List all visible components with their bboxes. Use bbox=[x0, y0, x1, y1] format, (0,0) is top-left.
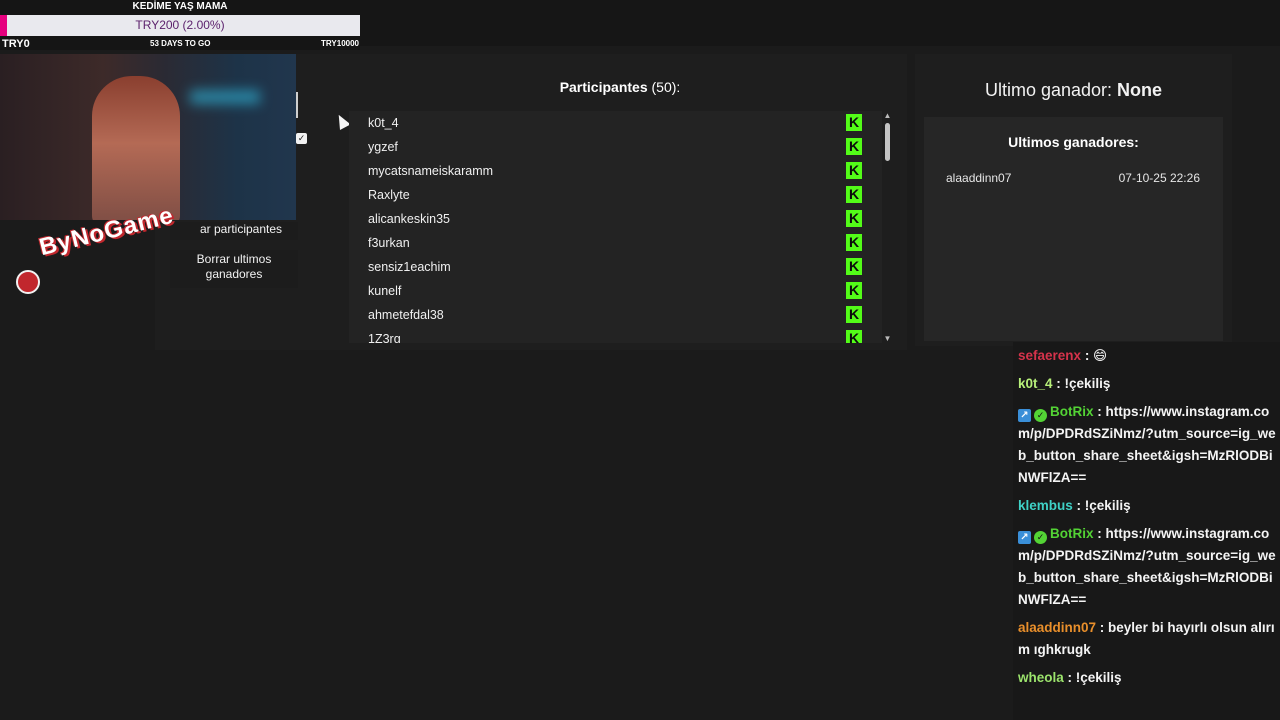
chat-message: ↗ ✓ BotRix : https://www.instagram.com/p/D… bbox=[1013, 398, 1280, 492]
kick-icon: K bbox=[846, 258, 862, 275]
participant-name: 1Z3rg bbox=[368, 332, 401, 343]
chat-message: wheola : !çekiliş bbox=[1013, 664, 1280, 692]
kick-icon: K bbox=[846, 138, 862, 155]
participant-name: Raxlyte bbox=[368, 188, 410, 202]
participant-name: f3urkan bbox=[368, 236, 410, 250]
verified-badge-icon: ✓ bbox=[1034, 531, 1047, 544]
kick-icon: K bbox=[846, 282, 862, 299]
participant-row: mycatsnameiskaramm K bbox=[349, 159, 882, 183]
chat-panel: sefaerenx : 😄 k0t_4 : !çekiliş ↗ ✓ BotRix : … bbox=[1013, 342, 1280, 720]
chat-message: alaaddinn07 : beyler bi hayırlı olsun al… bbox=[1013, 614, 1280, 664]
chat-username[interactable]: k0t_4 bbox=[1018, 376, 1053, 391]
participant-row: ahmetefdal38 K bbox=[349, 303, 882, 327]
chat-username[interactable]: wheola bbox=[1018, 670, 1064, 685]
winner-name: alaaddinn07 bbox=[946, 171, 1012, 185]
last-winner-label: Ultimo ganador: bbox=[984, 80, 1113, 100]
text-cursor bbox=[296, 92, 298, 118]
participants-scrollbar[interactable]: ▲ ▼ bbox=[883, 111, 892, 343]
kick-icon: K bbox=[846, 162, 862, 179]
goal-target: TRY10000 bbox=[321, 39, 359, 48]
participant-row: alicankeskin35 K bbox=[349, 207, 882, 231]
kick-icon: K bbox=[846, 234, 862, 251]
chat-text: : !çekiliş bbox=[1076, 498, 1131, 513]
recent-winners-box: Ultimos ganadores: alaaddinn07 07-10-25 … bbox=[924, 117, 1223, 341]
chat-username[interactable]: alaaddinn07 bbox=[1018, 620, 1096, 635]
option-checkbox[interactable]: ✓ bbox=[296, 133, 307, 144]
led-light bbox=[190, 90, 260, 104]
participant-row: f3urkan K bbox=[349, 231, 882, 255]
goal-percent-text: TRY200 (2.00%) bbox=[135, 18, 225, 32]
participant-row: 1Z3rg K bbox=[349, 327, 882, 343]
chat-message: k0t_4 : !çekiliş bbox=[1013, 370, 1280, 398]
participant-row: k0t_4 K bbox=[349, 111, 882, 135]
chat-message: ↗ ✓ BotRix : https://www.instagram.com/p/D… bbox=[1013, 520, 1280, 614]
sponsor-logo: ByNoGame bbox=[10, 202, 210, 300]
goal-days-left: 53 DAYS TO GO bbox=[150, 39, 211, 48]
verified-badge-icon: ✓ bbox=[1034, 409, 1047, 422]
participants-list[interactable]: k0t_4 Kygzef Kmycatsnameiskaramm K Raxlyte Ka… bbox=[349, 111, 882, 343]
participants-title: Participantes (50): bbox=[470, 79, 770, 95]
participant-name: alicankeskin35 bbox=[368, 212, 450, 226]
participant-name: ygzef bbox=[368, 140, 398, 154]
bot-badge-icon: ↗ bbox=[1018, 409, 1031, 422]
participant-name: ahmetefdal38 bbox=[368, 308, 444, 322]
participants-label: Participantes bbox=[559, 79, 648, 95]
webcam-overlay bbox=[0, 54, 296, 220]
participant-name: mycatsnameiskaramm bbox=[368, 164, 494, 178]
chat-username[interactable]: BotRix bbox=[1050, 404, 1094, 419]
kick-icon: K bbox=[846, 186, 862, 203]
streamer-figure bbox=[92, 76, 180, 220]
kick-icon: K bbox=[846, 330, 862, 343]
goal-current: TRY0 bbox=[2, 38, 30, 50]
scroll-thumb[interactable] bbox=[885, 123, 890, 161]
logo-ball-icon bbox=[16, 270, 40, 294]
participant-name: sensiz1eachim bbox=[368, 260, 451, 274]
chat-username[interactable]: sefaerenx bbox=[1018, 348, 1081, 363]
chat-message: sefaerenx : 😄 bbox=[1013, 342, 1280, 370]
chat-message: klembus : !çekiliş bbox=[1013, 492, 1280, 520]
last-winner-value: None bbox=[1117, 80, 1163, 100]
donation-goal-widget: KEDİME YAŞ MAMA TRY200 (2.00%) TRY0 53 D… bbox=[0, 0, 360, 50]
participant-row: kunelf K bbox=[349, 279, 882, 303]
participants-count: (50): bbox=[651, 79, 681, 95]
chat-text: : !çekiliş bbox=[1067, 670, 1122, 685]
scroll-down-icon[interactable]: ▼ bbox=[883, 334, 892, 343]
kick-icon: K bbox=[846, 114, 862, 131]
chat-username[interactable]: klembus bbox=[1018, 498, 1073, 513]
chat-username[interactable]: BotRix bbox=[1050, 526, 1094, 541]
participant-row: Raxlyte K bbox=[349, 183, 882, 207]
winner-date: 07-10-25 22:26 bbox=[1118, 171, 1200, 185]
participant-row: sensiz1eachim K bbox=[349, 255, 882, 279]
goal-title: KEDİME YAŞ MAMA bbox=[132, 1, 228, 12]
recent-winners-title: Ultimos ganadores: bbox=[1008, 134, 1139, 150]
kick-icon: K bbox=[846, 306, 862, 323]
bot-badge-icon: ↗ bbox=[1018, 531, 1031, 544]
chat-text: : !çekiliş bbox=[1056, 376, 1111, 391]
last-winner: Ultimo ganador: None bbox=[915, 80, 1232, 101]
scroll-up-icon[interactable]: ▲ bbox=[883, 111, 892, 120]
participant-row: ygzef K bbox=[349, 135, 882, 159]
goal-progress-bar: TRY200 (2.00%) bbox=[0, 15, 360, 36]
participant-name: kunelf bbox=[368, 284, 402, 298]
chat-text: : 😄 bbox=[1084, 348, 1108, 363]
kick-icon: K bbox=[846, 210, 862, 227]
participant-name: k0t_4 bbox=[368, 116, 399, 130]
